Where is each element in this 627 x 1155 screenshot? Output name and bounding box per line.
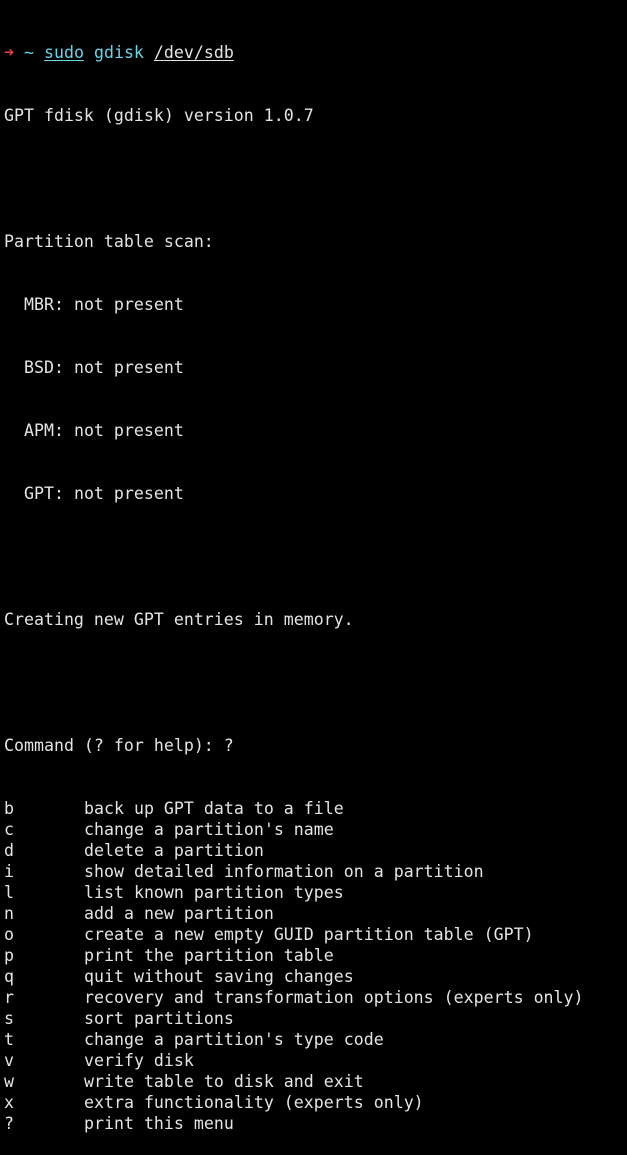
command-prompt-line: Command (? for help): ? <box>4 736 234 755</box>
menu-description: delete a partition <box>84 841 264 860</box>
menu-description: write table to disk and exit <box>84 1072 364 1091</box>
command-program: gdisk <box>93 43 144 62</box>
menu-description: print the partition table <box>84 946 334 965</box>
menu-key: x <box>4 1093 14 1112</box>
scan-item-mbr: MBR: not present <box>24 295 184 314</box>
menu-key: n <box>4 904 14 923</box>
menu-row: t change a partition's type code <box>4 1029 627 1050</box>
menu-description: extra functionality (experts only) <box>84 1093 424 1112</box>
menu-row: b back up GPT data to a file <box>4 798 627 819</box>
scan-item-apm: APM: not present <box>24 421 184 440</box>
menu-row: x extra functionality (experts only) <box>4 1092 627 1113</box>
menu-key: r <box>4 988 14 1007</box>
menu-key: q <box>4 967 14 986</box>
menu-description: list known partition types <box>84 883 344 902</box>
menu-row: v verify disk <box>4 1050 627 1071</box>
terminal-output[interactable]: ➜ ~ sudo gdisk /dev/sdb GPT fdisk (gdisk… <box>4 0 627 1155</box>
prompt-arrow-icon: ➜ <box>4 43 14 62</box>
command-sudo: sudo <box>44 43 84 62</box>
version-line: GPT fdisk (gdisk) version 1.0.7 <box>4 106 314 125</box>
menu-description: change a partition's type code <box>84 1030 384 1049</box>
menu-row: s sort partitions <box>4 1008 627 1029</box>
menu-description: show detailed information on a partition <box>84 862 484 881</box>
menu-row: ? print this menu <box>4 1113 627 1134</box>
scan-title: Partition table scan: <box>4 232 214 251</box>
menu-description: change a partition's name <box>84 820 334 839</box>
menu-key: c <box>4 820 14 839</box>
menu-row: c change a partition's name <box>4 819 627 840</box>
menu-key: l <box>4 883 14 902</box>
shell-prompt-line: ➜ ~ sudo gdisk /dev/sdb <box>4 42 627 63</box>
menu-row: r recovery and transformation options (ex… <box>4 987 627 1008</box>
scan-item-gpt: GPT: not present <box>24 484 184 503</box>
menu-key: o <box>4 925 14 944</box>
menu-key: v <box>4 1051 14 1070</box>
menu-description: quit without saving changes <box>84 967 354 986</box>
help-menu: b back up GPT data to a file c change a par… <box>4 798 627 1134</box>
menu-key: p <box>4 946 14 965</box>
menu-description: print this menu <box>84 1114 234 1133</box>
menu-key: i <box>4 862 14 881</box>
menu-key: b <box>4 799 14 818</box>
command-argument: /dev/sdb <box>153 43 234 62</box>
menu-description: verify disk <box>84 1051 194 1070</box>
menu-description: recovery and transformation options (exp… <box>84 988 584 1007</box>
prompt-directory: ~ <box>24 43 34 62</box>
menu-row: l list known partition types <box>4 882 627 903</box>
menu-description: add a new partition <box>84 904 274 923</box>
scan-item-bsd: BSD: not present <box>24 358 184 377</box>
menu-row: n add a new partition <box>4 903 627 924</box>
menu-row: d delete a partition <box>4 840 627 861</box>
menu-row: q quit without saving changes <box>4 966 627 987</box>
menu-key: t <box>4 1030 14 1049</box>
menu-description: create a new empty GUID partition table … <box>84 925 534 944</box>
menu-key: s <box>4 1009 14 1028</box>
menu-description: sort partitions <box>84 1009 234 1028</box>
menu-description: back up GPT data to a file <box>84 799 344 818</box>
menu-row: o create a new empty GUID partition table… <box>4 924 627 945</box>
creating-entries-line: Creating new GPT entries in memory. <box>4 610 354 629</box>
menu-row: i show detailed information on a partitio… <box>4 861 627 882</box>
menu-key: d <box>4 841 14 860</box>
menu-row: p print the partition table <box>4 945 627 966</box>
menu-key: ? <box>4 1114 14 1133</box>
menu-row: w write table to disk and exit <box>4 1071 627 1092</box>
menu-key: w <box>4 1072 14 1091</box>
